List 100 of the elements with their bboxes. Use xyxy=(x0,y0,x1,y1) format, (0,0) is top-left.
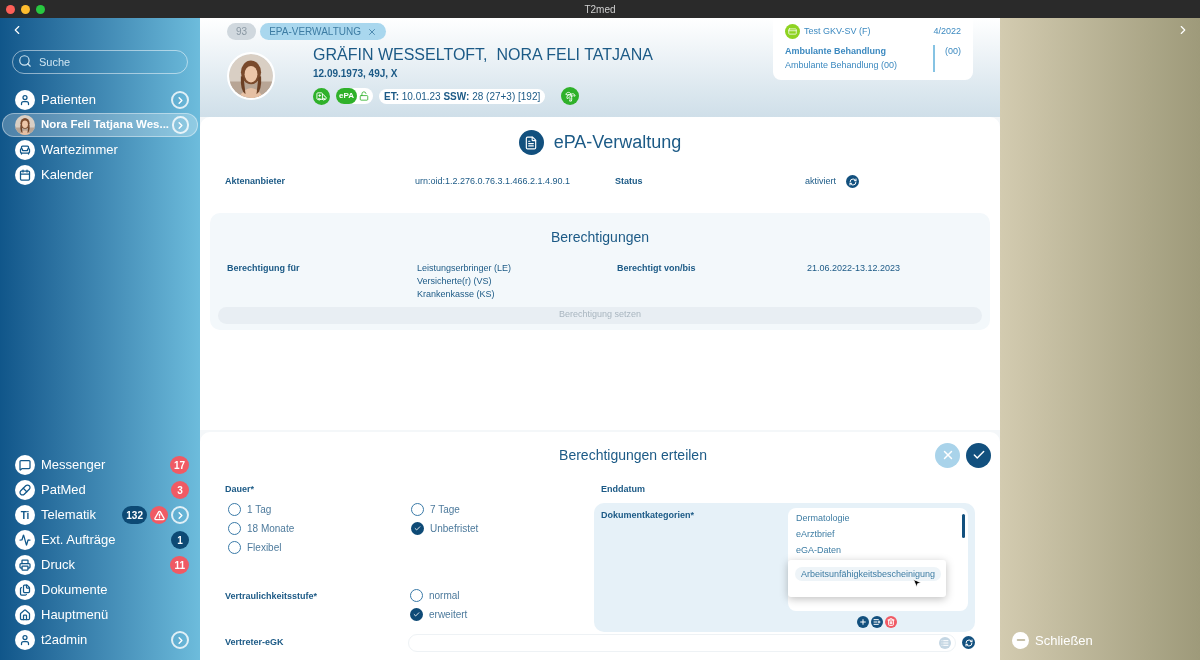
palm-tree-icon xyxy=(561,87,580,105)
suggestion-item[interactable]: Arbeitsunfähigkeitsbescheinigung xyxy=(795,566,942,581)
tab[interactable]: EPA-VERWALTUNG xyxy=(260,23,386,40)
sidebar-item-label: Telematik xyxy=(41,506,97,525)
scrollbar[interactable] xyxy=(962,513,965,538)
sidebar-item-label: Ext. Aufträge xyxy=(41,531,117,550)
check-icon xyxy=(413,610,420,618)
count-badge: 132 xyxy=(122,506,147,524)
sidebar-item-label: Hauptmenü xyxy=(41,606,110,625)
radio-label: 7 Tage xyxy=(430,502,460,517)
sidebar-item[interactable]: Patienten xyxy=(2,88,198,112)
field-label: Berechtigt von/bis xyxy=(617,261,697,275)
close-icon[interactable] xyxy=(367,26,377,37)
radio-label: Unbefristet xyxy=(430,521,479,536)
field-label: Status xyxy=(615,175,644,188)
minimize-window-icon[interactable] xyxy=(21,4,30,14)
radio-label: erweitert xyxy=(429,607,468,622)
radio-label: Flexibel xyxy=(247,540,282,555)
sidebar-item-label: Messenger xyxy=(41,456,107,475)
radio-button[interactable] xyxy=(411,521,424,535)
treatment-detail: Ambulante Behandlung (00) xyxy=(785,58,899,72)
sidebar-item-label: Druck xyxy=(41,556,76,575)
nav-icon xyxy=(15,140,35,160)
sidebar-item[interactable]: Messenger 17 xyxy=(2,453,198,477)
sidebar-item[interactable]: Ti Telematik 132 xyxy=(2,503,198,527)
count-badge: 1 xyxy=(171,531,189,549)
refresh-icon[interactable] xyxy=(962,636,975,649)
treatment-type: Ambulante Behandlung xyxy=(785,45,887,58)
field-label: Aktenanbieter xyxy=(225,175,287,188)
sidebar-item[interactable]: Kalender xyxy=(2,163,198,187)
field-label: Berechtigung für xyxy=(227,261,301,275)
nav-icon xyxy=(15,580,35,600)
close-window-icon[interactable] xyxy=(6,4,15,14)
nav-icon xyxy=(15,605,35,625)
nav-icon xyxy=(15,530,35,550)
patient-name: GRÄFIN WESSELTOFT, NORA FELI TATJANA xyxy=(313,46,653,64)
card-title: ePA-Verwaltung xyxy=(553,131,682,154)
sidebar-item[interactable]: Hauptmenü xyxy=(2,603,198,627)
sidebar-item[interactable]: Nora Feli Tatjana Wes... xyxy=(2,113,198,137)
search-icon xyxy=(18,54,32,68)
sidebar-item[interactable]: Wartezimmer xyxy=(2,138,198,162)
insurance-name: Test GKV-SV (F) xyxy=(804,24,872,38)
radio-label: 1 Tag xyxy=(247,502,272,517)
check-icon xyxy=(414,524,421,532)
sidebar-item[interactable]: t2admin xyxy=(2,628,198,652)
field-label: Dokumentkategorien* xyxy=(601,508,696,522)
field-label: Vertreter-eGK xyxy=(225,635,285,649)
chevron-icon[interactable] xyxy=(171,506,189,524)
refresh-icon[interactable] xyxy=(846,175,859,189)
treatment-code: (00) xyxy=(945,45,961,58)
pregnancy-info: ET: 10.01.23 SSW: 28 (27+3) [192] xyxy=(378,88,546,104)
chevron-icon[interactable] xyxy=(171,631,189,649)
field-value: urn:oid:1.2.276.0.76.3.1.466.2.1.4.90.1 xyxy=(415,175,571,188)
confirm-button[interactable] xyxy=(966,442,991,468)
sidebar-item-label: t2admin xyxy=(41,631,89,650)
field-label: Dauer* xyxy=(225,483,255,496)
telematik-icon: Ti xyxy=(15,505,35,525)
sidebar-item-label: Kalender xyxy=(41,166,95,185)
sidebar-item-label: Nora Feli Tatjana Wes... xyxy=(41,117,170,133)
field-value: Versicherte(r) (VS) xyxy=(417,274,493,288)
nav-icon xyxy=(15,480,35,500)
nav-icon xyxy=(15,455,35,475)
section-title: Berechtigungen xyxy=(550,227,650,247)
list-item[interactable]: eGA-Daten xyxy=(796,541,968,558)
sidebar-item-label: PatMed xyxy=(41,481,87,500)
field-value: Krankenkasse (KS) xyxy=(417,287,496,301)
window-title: T2med xyxy=(584,2,616,17)
field-label: Vertraulichkeitsstufe* xyxy=(225,589,319,603)
sidebar-item[interactable]: Dokumente xyxy=(2,578,198,602)
nav-icon xyxy=(15,90,35,110)
chevron-icon[interactable] xyxy=(171,91,189,109)
document-icon xyxy=(518,130,544,155)
field-label: Enddatum xyxy=(601,483,646,496)
epa-badge: ePA xyxy=(336,88,357,104)
sidebar-item-label: Wartezimmer xyxy=(41,141,119,160)
nav-icon xyxy=(15,630,35,650)
count-badge: 17 xyxy=(169,456,189,474)
maximize-window-icon[interactable] xyxy=(36,4,45,14)
list-item[interactable]: eArztbrief xyxy=(796,525,968,542)
field-value: aktiviert xyxy=(805,175,836,188)
list-item[interactable]: Dermatologie xyxy=(796,509,968,526)
field-value: Leistungserbringer (LE) xyxy=(417,261,513,275)
check-icon xyxy=(971,448,986,462)
add-icon[interactable] xyxy=(857,615,869,628)
field-value: 21.06.2022-13.12.2023 xyxy=(807,261,902,275)
sidebar-item[interactable]: PatMed 3 xyxy=(2,478,198,502)
sidebar-item-label: Patienten xyxy=(41,91,97,110)
sidebar-item[interactable]: Druck 11 xyxy=(2,553,198,577)
list-add-icon[interactable] xyxy=(871,615,883,628)
sidebar-item[interactable]: Ext. Aufträge 1 xyxy=(2,528,198,552)
nav-icon xyxy=(15,165,35,185)
sidebar-item-label: Dokumente xyxy=(41,581,109,600)
radio-label: 18 Monate xyxy=(247,521,295,536)
insurance-card-icon xyxy=(785,24,800,39)
card-title: Berechtigungen erteilen xyxy=(559,445,707,465)
patient-details: 12.09.1973, 49J, X xyxy=(313,67,399,81)
minus-icon xyxy=(1012,631,1029,649)
padlock-icon xyxy=(358,91,369,101)
radio-button[interactable] xyxy=(410,607,423,621)
cursor-icon xyxy=(912,577,922,588)
